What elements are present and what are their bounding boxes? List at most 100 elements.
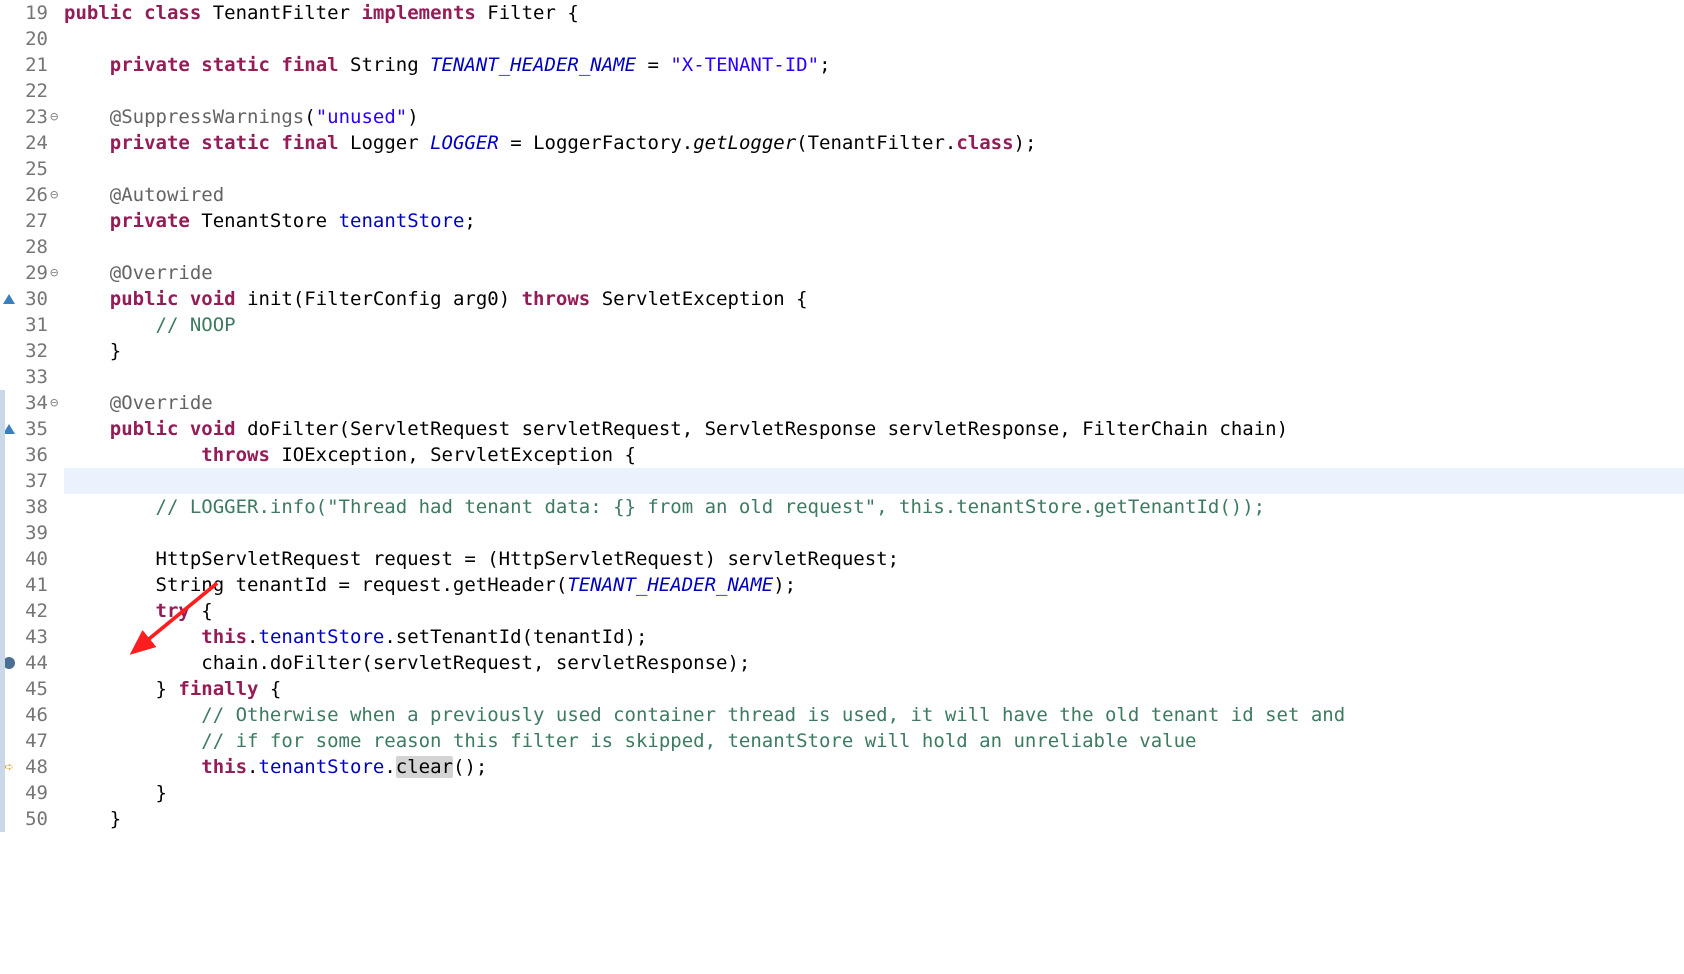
gutter-marker-slot[interactable] [0,208,18,234]
gutter-marker-slot[interactable] [0,0,18,26]
gutter-marker-slot[interactable] [0,312,18,338]
gutter-line[interactable]: 23⊖ [0,104,60,130]
code-line[interactable]: public class TenantFilter implements Fil… [64,0,1684,26]
gutter-marker-slot[interactable] [0,52,18,78]
gutter-line[interactable]: 27 [0,208,60,234]
code-line[interactable] [64,26,1684,52]
fold-toggle-icon[interactable]: ⊖ [50,390,60,416]
gutter-marker-slot[interactable] [0,130,18,156]
code-area[interactable]: public class TenantFilter implements Fil… [60,0,1684,832]
code-line[interactable]: this.tenantStore.setTenantId(tenantId); [64,624,1684,650]
gutter-marker-slot[interactable] [0,104,18,130]
quickdiff-marker [0,806,5,832]
code-line[interactable]: try { [64,598,1684,624]
code-token: { [258,678,281,700]
code-line[interactable] [64,364,1684,390]
code-line[interactable] [64,78,1684,104]
line-number: 36 [18,442,50,468]
code-line[interactable]: // if for some reason this filter is ski… [64,728,1684,754]
code-line[interactable] [64,234,1684,260]
gutter-marker-slot[interactable] [0,182,18,208]
gutter[interactable]: 1920212223⊖242526⊖272829⊖3031323334⊖3536… [0,0,60,832]
code-line[interactable]: public void init(FilterConfig arg0) thro… [64,286,1684,312]
gutter-line[interactable]: 21 [0,52,60,78]
code-token [178,418,189,440]
code-line[interactable]: this.tenantStore.clear(); [64,754,1684,780]
fold-toggle-icon[interactable]: ⊖ [50,104,60,130]
gutter-line[interactable]: ➪48 [0,754,60,780]
fold-toggle-icon[interactable]: ⊖ [50,260,60,286]
gutter-line[interactable]: 46 [0,702,60,728]
gutter-line[interactable]: 28 [0,234,60,260]
gutter-line[interactable]: 43 [0,624,60,650]
line-number: 33 [18,364,50,390]
gutter-line[interactable]: 38 [0,494,60,520]
gutter-marker-slot[interactable] [0,234,18,260]
code-line[interactable]: @Override [64,390,1684,416]
code-line[interactable]: throws IOException, ServletException { [64,442,1684,468]
gutter-marker-slot[interactable] [0,286,18,312]
code-line[interactable]: // Otherwise when a previously used cont… [64,702,1684,728]
gutter-line[interactable]: 22 [0,78,60,104]
gutter-line[interactable]: 25 [0,156,60,182]
gutter-line[interactable]: 19 [0,0,60,26]
code-line[interactable]: public void doFilter(ServletRequest serv… [64,416,1684,442]
gutter-marker-slot[interactable] [0,156,18,182]
code-token: // Otherwise when a previously used cont… [201,704,1345,726]
gutter-marker-slot[interactable] [0,364,18,390]
override-indicator-icon[interactable] [3,294,15,304]
gutter-line[interactable]: 49 [0,780,60,806]
code-line[interactable] [64,520,1684,546]
code-line[interactable]: } [64,338,1684,364]
code-line[interactable]: private TenantStore tenantStore; [64,208,1684,234]
code-token: clear [396,756,453,778]
code-line[interactable]: @Autowired [64,182,1684,208]
gutter-line[interactable]: 20 [0,26,60,52]
code-line[interactable]: @SuppressWarnings("unused") [64,104,1684,130]
code-line[interactable]: // NOOP [64,312,1684,338]
code-line[interactable]: private static final String TENANT_HEADE… [64,52,1684,78]
gutter-marker-slot[interactable] [0,338,18,364]
gutter-line[interactable]: 29⊖ [0,260,60,286]
code-line[interactable]: } finally { [64,676,1684,702]
gutter-line[interactable]: 32 [0,338,60,364]
gutter-line[interactable]: 47 [0,728,60,754]
code-token: = LoggerFactory. [499,132,693,154]
gutter-line[interactable]: 34⊖ [0,390,60,416]
fold-toggle-icon[interactable]: ⊖ [50,182,60,208]
code-line[interactable]: private static final Logger LOGGER = Log… [64,130,1684,156]
line-number: 26 [18,182,50,208]
gutter-line[interactable]: 41 [0,572,60,598]
code-line[interactable]: String tenantId = request.getHeader(TENA… [64,572,1684,598]
gutter-line[interactable]: 31 [0,312,60,338]
line-number: 40 [18,546,50,572]
code-line[interactable]: chain.doFilter(servletRequest, servletRe… [64,650,1684,676]
gutter-line[interactable]: 37 [0,468,60,494]
quickdiff-marker [0,442,5,468]
code-token [64,444,201,466]
code-token: ( [304,106,315,128]
gutter-line[interactable]: 26⊖ [0,182,60,208]
gutter-line[interactable]: 30 [0,286,60,312]
gutter-line[interactable]: 45 [0,676,60,702]
gutter-line[interactable]: 50 [0,806,60,832]
code-line[interactable] [64,468,1684,494]
gutter-line[interactable]: 36 [0,442,60,468]
gutter-marker-slot[interactable] [0,260,18,286]
gutter-line[interactable]: 33 [0,364,60,390]
gutter-line[interactable]: 40 [0,546,60,572]
code-line[interactable]: } [64,780,1684,806]
line-number: 48 [18,754,50,780]
gutter-line[interactable]: 44 [0,650,60,676]
gutter-line[interactable]: 24 [0,130,60,156]
gutter-line[interactable]: 35 [0,416,60,442]
code-line[interactable] [64,156,1684,182]
code-line[interactable]: } [64,806,1684,832]
gutter-line[interactable]: 39 [0,520,60,546]
gutter-marker-slot[interactable] [0,26,18,52]
code-line[interactable]: // LOGGER.info("Thread had tenant data: … [64,494,1684,520]
gutter-marker-slot[interactable] [0,78,18,104]
code-line[interactable]: HttpServletRequest request = (HttpServle… [64,546,1684,572]
code-line[interactable]: @Override [64,260,1684,286]
gutter-line[interactable]: 42 [0,598,60,624]
